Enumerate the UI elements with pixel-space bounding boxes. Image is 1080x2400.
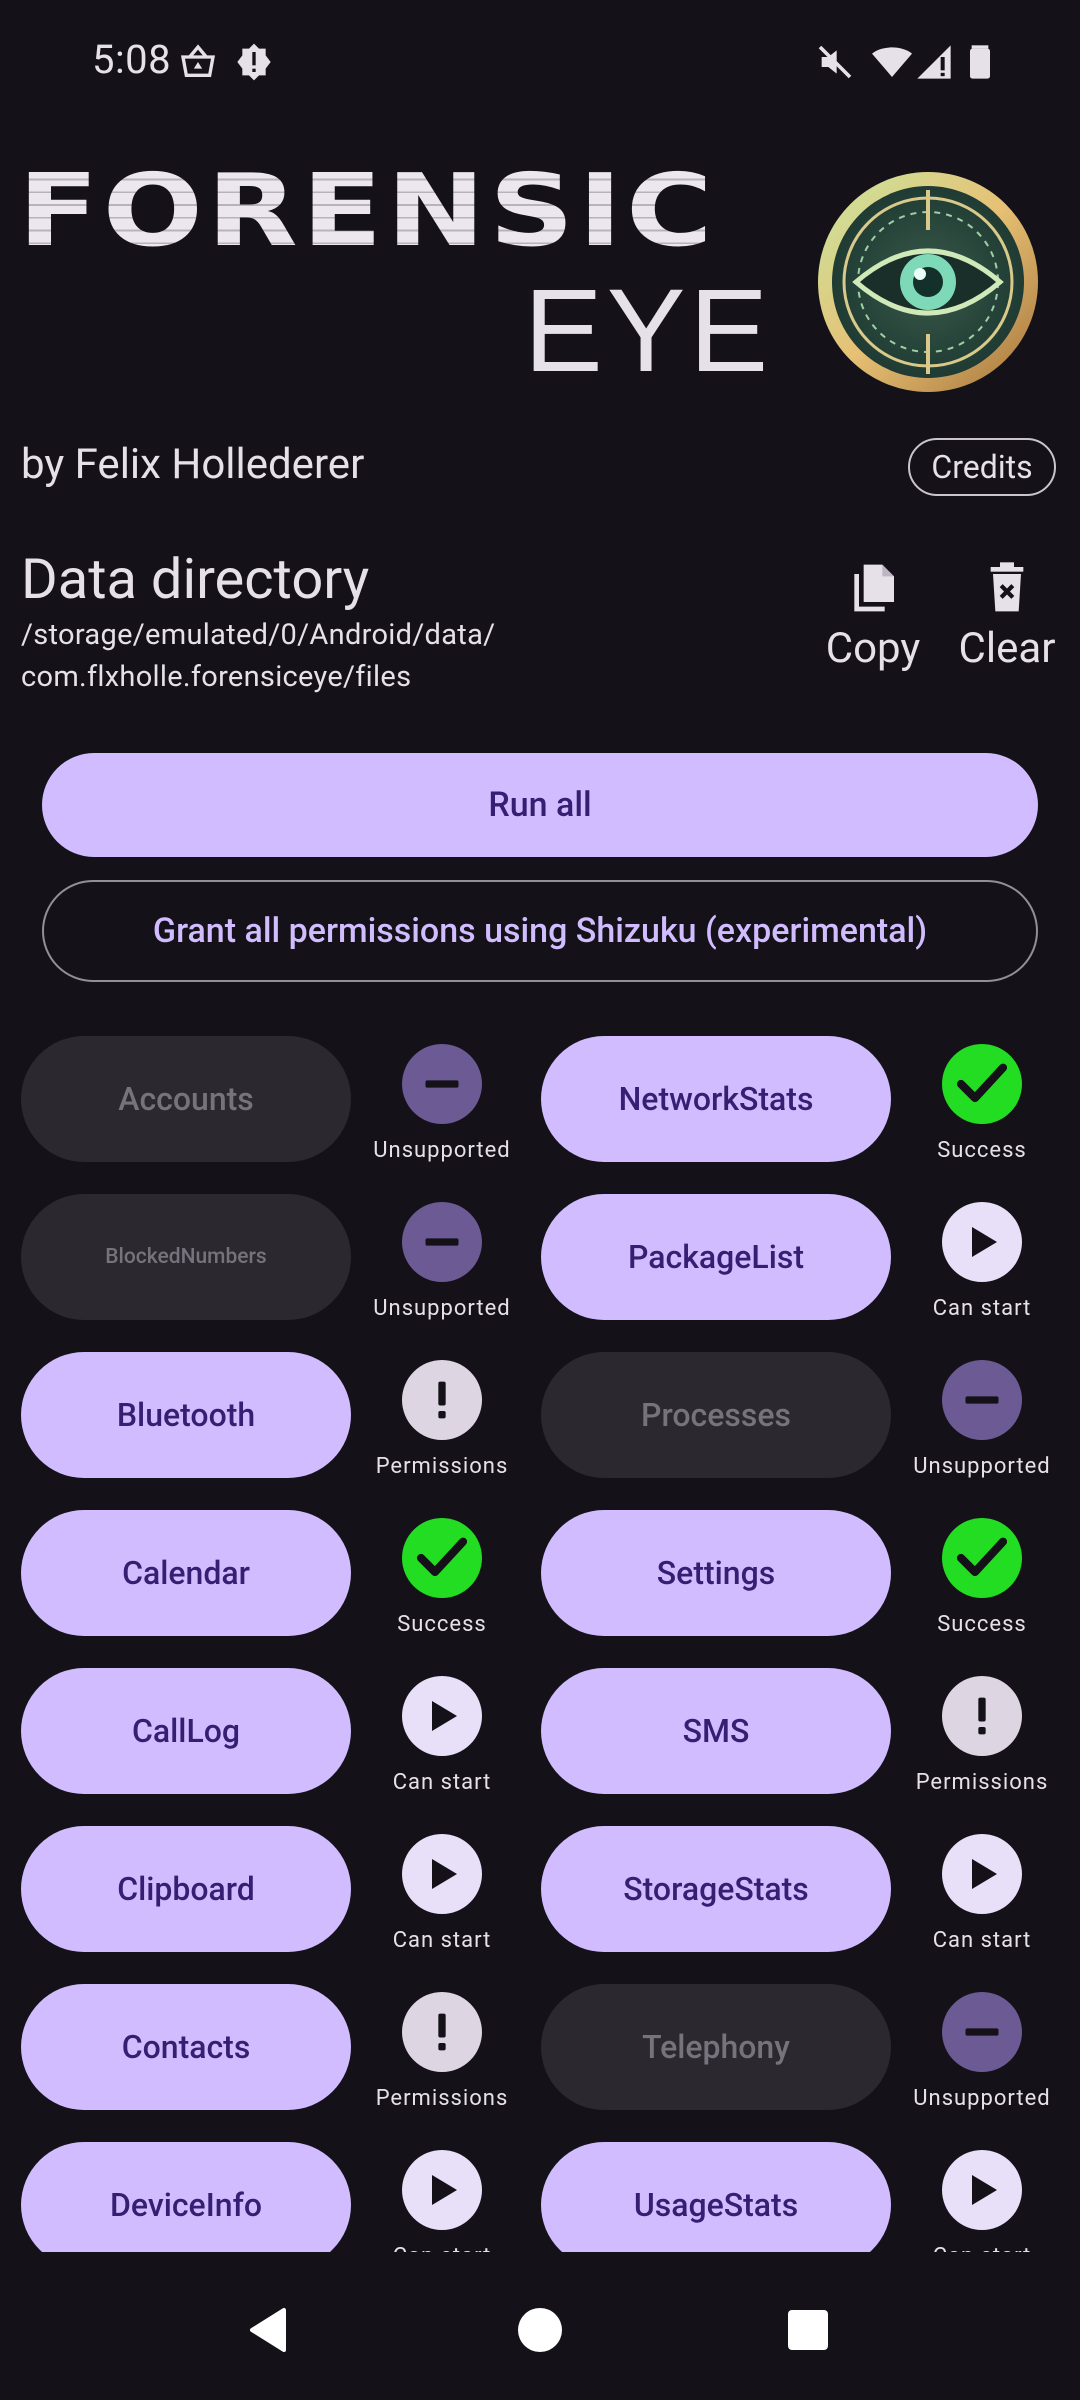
alert-badge-icon <box>237 43 271 81</box>
check-icon <box>942 1518 1022 1598</box>
back-triangle-icon[interactable] <box>240 2300 300 2360</box>
status-label: Success <box>397 1612 487 1637</box>
module-status-packagelist: Can start <box>907 1202 1057 1321</box>
exclamation-icon <box>402 1360 482 1440</box>
signal-icon <box>917 45 951 79</box>
recents-square-icon[interactable] <box>778 2300 838 2360</box>
shopping-basket-icon <box>181 44 215 77</box>
status-label: Can start <box>932 1928 1032 1953</box>
module-button-calllog[interactable]: CallLog <box>21 1668 351 1794</box>
play-icon <box>942 2150 1022 2230</box>
clear-button[interactable]: Clear <box>952 558 1062 678</box>
module-button-processes: Processes <box>541 1352 891 1478</box>
module-status-settings: Success <box>907 1518 1057 1637</box>
app-title-forensic: FORENSIC <box>18 151 717 269</box>
play-icon <box>942 1834 1022 1914</box>
copy-label: Copy <box>825 624 921 673</box>
module-button-sms[interactable]: SMS <box>541 1668 891 1794</box>
module-button-deviceinfo[interactable]: DeviceInfo <box>21 2142 351 2252</box>
battery-icon <box>970 45 990 79</box>
mute-icon <box>818 45 852 79</box>
status-label: Unsupported <box>373 1296 511 1321</box>
play-icon <box>942 1202 1022 1282</box>
app-title-eye: EYE <box>524 265 773 397</box>
wifi-icon <box>872 47 912 77</box>
module-status-contacts: Permissions <box>367 1992 517 2111</box>
minus-icon <box>402 1044 482 1124</box>
module-status-calllog: Can start <box>367 1676 517 1795</box>
module-status-accounts: Unsupported <box>367 1044 517 1163</box>
status-label: Unsupported <box>373 1138 511 1163</box>
module-status-networkstats: Success <box>907 1044 1057 1163</box>
status-label: Permissions <box>375 1454 509 1479</box>
module-status-calendar: Success <box>367 1518 517 1637</box>
status-label: Unsupported <box>913 2086 1051 2111</box>
module-button-storagestats[interactable]: StorageStats <box>541 1826 891 1952</box>
module-button-calendar[interactable]: Calendar <box>21 1510 351 1636</box>
status-label: Permissions <box>375 2086 509 2111</box>
status-label: Permissions <box>915 1770 1049 1795</box>
play-icon <box>402 1676 482 1756</box>
clear-label: Clear <box>958 624 1056 673</box>
module-status-storagestats: Can start <box>907 1834 1057 1953</box>
module-button-contacts[interactable]: Contacts <box>21 1984 351 2110</box>
status-label: Unsupported <box>913 1454 1051 1479</box>
module-button-packagelist[interactable]: PackageList <box>541 1194 891 1320</box>
eye-logo-icon <box>818 172 1038 392</box>
copy-button[interactable]: Copy <box>818 558 928 678</box>
status-label: Can start <box>392 1928 492 1953</box>
grant-permissions-button[interactable]: Grant all permissions using Shizuku (exp… <box>42 880 1038 982</box>
module-status-deviceinfo: Can start <box>367 2150 517 2252</box>
status-label: Success <box>937 1612 1027 1637</box>
module-button-bluetooth[interactable]: Bluetooth <box>21 1352 351 1478</box>
module-button-clipboard[interactable]: Clipboard <box>21 1826 351 1952</box>
play-icon <box>402 2150 482 2230</box>
delete-icon <box>990 562 1024 612</box>
exclamation-icon <box>942 1676 1022 1756</box>
module-status-bluetooth: Permissions <box>367 1360 517 1479</box>
minus-icon <box>402 1202 482 1282</box>
module-status-processes: Unsupported <box>907 1360 1057 1479</box>
module-status-clipboard: Can start <box>367 1834 517 1953</box>
module-button-settings[interactable]: Settings <box>541 1510 891 1636</box>
navigation-bar <box>0 2260 1080 2400</box>
exclamation-icon <box>402 1992 482 2072</box>
home-circle-icon[interactable] <box>510 2300 570 2360</box>
copy-icon <box>854 564 894 612</box>
module-button-usagestats[interactable]: UsageStats <box>541 2142 891 2252</box>
play-icon <box>402 1834 482 1914</box>
module-button-networkstats[interactable]: NetworkStats <box>541 1036 891 1162</box>
module-status-sms: Permissions <box>907 1676 1057 1795</box>
status-label: Can start <box>367 2244 517 2252</box>
author-label: by Felix Hollederer <box>21 440 365 489</box>
status-label: Can start <box>392 1770 492 1795</box>
check-icon <box>942 1044 1022 1124</box>
data-directory-path: /storage/emulated/0/Android/data/ com.fl… <box>21 614 541 698</box>
minus-icon <box>942 1992 1022 2072</box>
data-path-line2: com.flxholle.forensiceye/files <box>21 660 412 694</box>
module-status-blockednumbers: Unsupported <box>367 1202 517 1321</box>
credits-button[interactable]: Credits <box>908 438 1056 496</box>
status-label: Can start <box>932 1296 1032 1321</box>
status-time: 5:08 <box>92 36 172 83</box>
run-all-button[interactable]: Run all <box>42 753 1038 857</box>
module-status-telephony: Unsupported <box>907 1992 1057 2111</box>
module-button-accounts: Accounts <box>21 1036 351 1162</box>
module-button-telephony: Telephony <box>541 1984 891 2110</box>
module-button-blockednumbers: BlockedNumbers <box>21 1194 351 1320</box>
status-label: Can start <box>907 2244 1057 2252</box>
minus-icon <box>942 1360 1022 1440</box>
modules-grid: Accounts Unsupported NetworkStats Success Bl… <box>0 1036 1080 2252</box>
module-status-usagestats: Can start <box>907 2150 1057 2252</box>
status-bar: 5:08 <box>0 0 1080 126</box>
data-directory-title: Data directory <box>21 546 370 612</box>
status-label: Success <box>937 1138 1027 1163</box>
data-path-line1: /storage/emulated/0/Android/data/ <box>21 618 496 652</box>
check-icon <box>402 1518 482 1598</box>
